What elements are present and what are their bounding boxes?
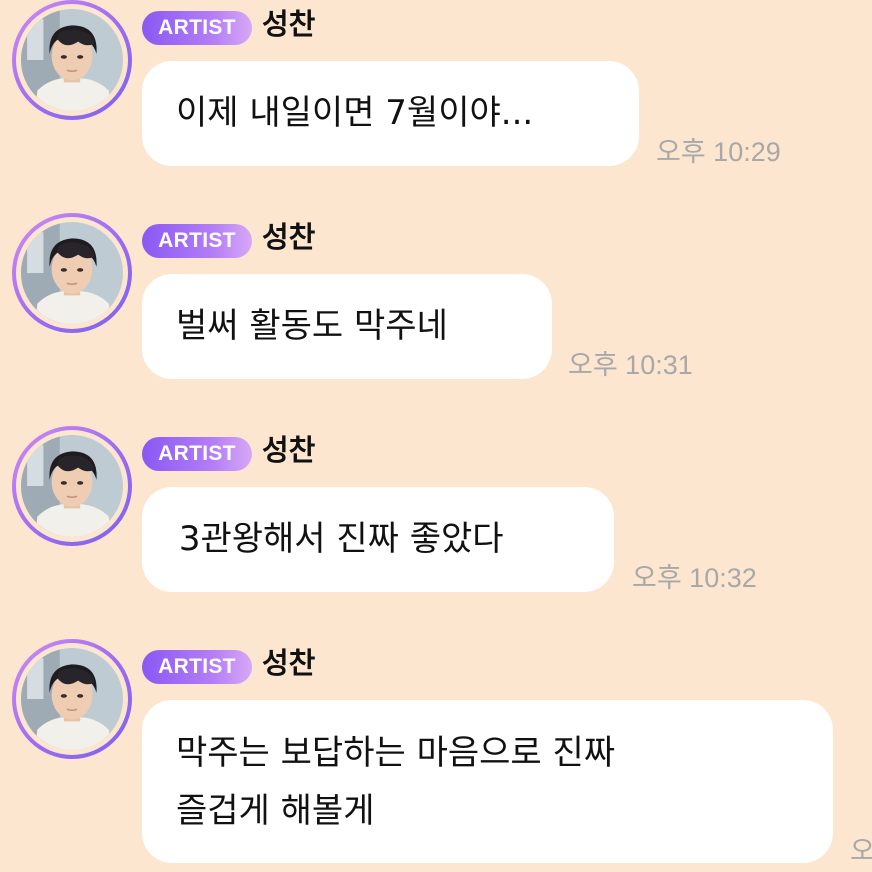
artist-profile-photo-icon [21,222,123,324]
artist-badge: ARTIST [142,224,252,258]
artist-profile-photo-icon [21,9,123,111]
message-bubble[interactable]: 막주는 보답하는 마음으로 진짜 즐겁게 해볼게 [142,700,833,863]
artist-badge: ARTIST [142,11,252,45]
artist-badge: ARTIST [142,650,252,684]
sender-name: 성찬 [262,7,316,41]
artist-profile-photo-icon [21,648,123,750]
message-time: 오 [850,836,872,866]
message-time: 오후 10:32 [632,563,757,593]
avatar[interactable] [12,639,132,759]
avatar[interactable] [12,0,132,120]
sender-name: 성찬 [262,646,316,680]
artist-badge: ARTIST [142,437,252,471]
message-bubble[interactable]: 벌써 활동도 막주네 [142,274,552,379]
message-bubble[interactable]: 3관왕해서 진짜 좋았다 [142,487,614,592]
artist-profile-photo-icon [21,435,123,537]
sender-name: 성찬 [262,433,316,467]
sender-name: 성찬 [262,220,316,254]
message-time: 오후 10:31 [568,350,693,380]
message-bubble[interactable]: 이제 내일이면 7월이야... [142,61,639,166]
avatar[interactable] [12,426,132,546]
avatar[interactable] [12,213,132,333]
message-time: 오후 10:29 [656,137,781,167]
